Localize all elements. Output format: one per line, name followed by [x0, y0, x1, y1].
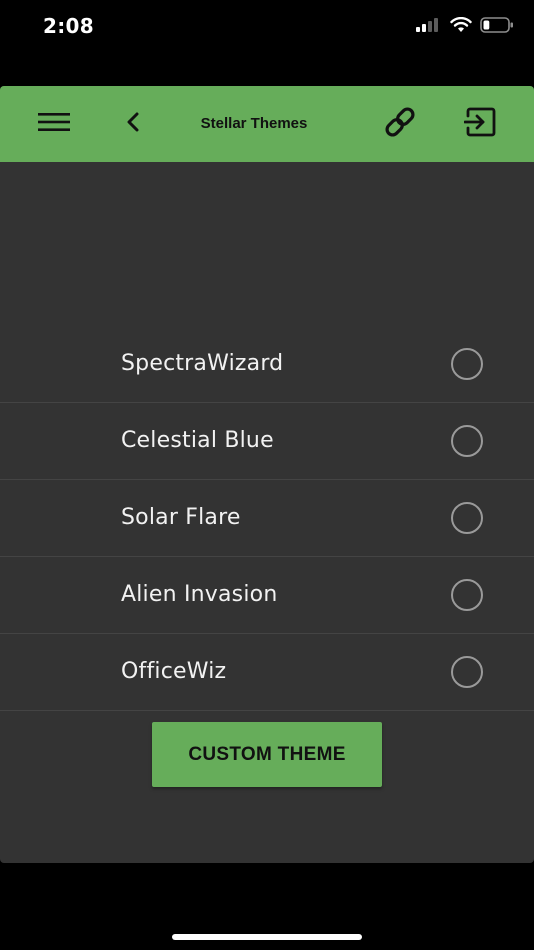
home-indicator[interactable]	[172, 934, 362, 940]
back-button[interactable]	[118, 86, 148, 162]
theme-label: Solar Flare	[121, 505, 241, 530]
page-title: Stellar Themes	[200, 115, 308, 132]
logout-icon	[463, 107, 496, 142]
wifi-icon	[450, 16, 472, 38]
theme-label: SpectraWizard	[121, 351, 284, 376]
app-header: Stellar Themes	[0, 86, 534, 162]
status-bar: 2:08	[0, 0, 534, 56]
cellular-signal-icon	[416, 17, 442, 37]
theme-radio[interactable]	[451, 502, 483, 534]
status-icons	[416, 16, 514, 38]
theme-radio[interactable]	[451, 656, 483, 688]
theme-label: Alien Invasion	[121, 582, 278, 607]
theme-radio[interactable]	[451, 425, 483, 457]
custom-theme-button[interactable]: CUSTOM THEME	[152, 722, 382, 787]
app-card: Stellar Themes SpectraWizard Celestial B…	[0, 86, 534, 863]
theme-label: OfficeWiz	[121, 659, 227, 684]
link-button[interactable]	[378, 86, 422, 162]
battery-icon	[480, 16, 514, 38]
theme-list: SpectraWizard Celestial Blue Solar Flare…	[0, 326, 534, 711]
theme-option[interactable]: SpectraWizard	[0, 326, 534, 403]
chevron-left-icon	[126, 112, 140, 137]
theme-label: Celestial Blue	[121, 428, 274, 453]
hamburger-menu-icon	[38, 112, 70, 137]
logout-button[interactable]	[458, 86, 502, 162]
theme-option[interactable]: Celestial Blue	[0, 403, 534, 480]
theme-option[interactable]: OfficeWiz	[0, 634, 534, 711]
theme-radio[interactable]	[451, 579, 483, 611]
menu-button[interactable]	[32, 86, 76, 162]
theme-option[interactable]: Alien Invasion	[0, 557, 534, 634]
theme-radio[interactable]	[451, 348, 483, 380]
theme-option[interactable]: Solar Flare	[0, 480, 534, 557]
status-time: 2:08	[43, 14, 94, 38]
link-icon	[383, 105, 417, 144]
